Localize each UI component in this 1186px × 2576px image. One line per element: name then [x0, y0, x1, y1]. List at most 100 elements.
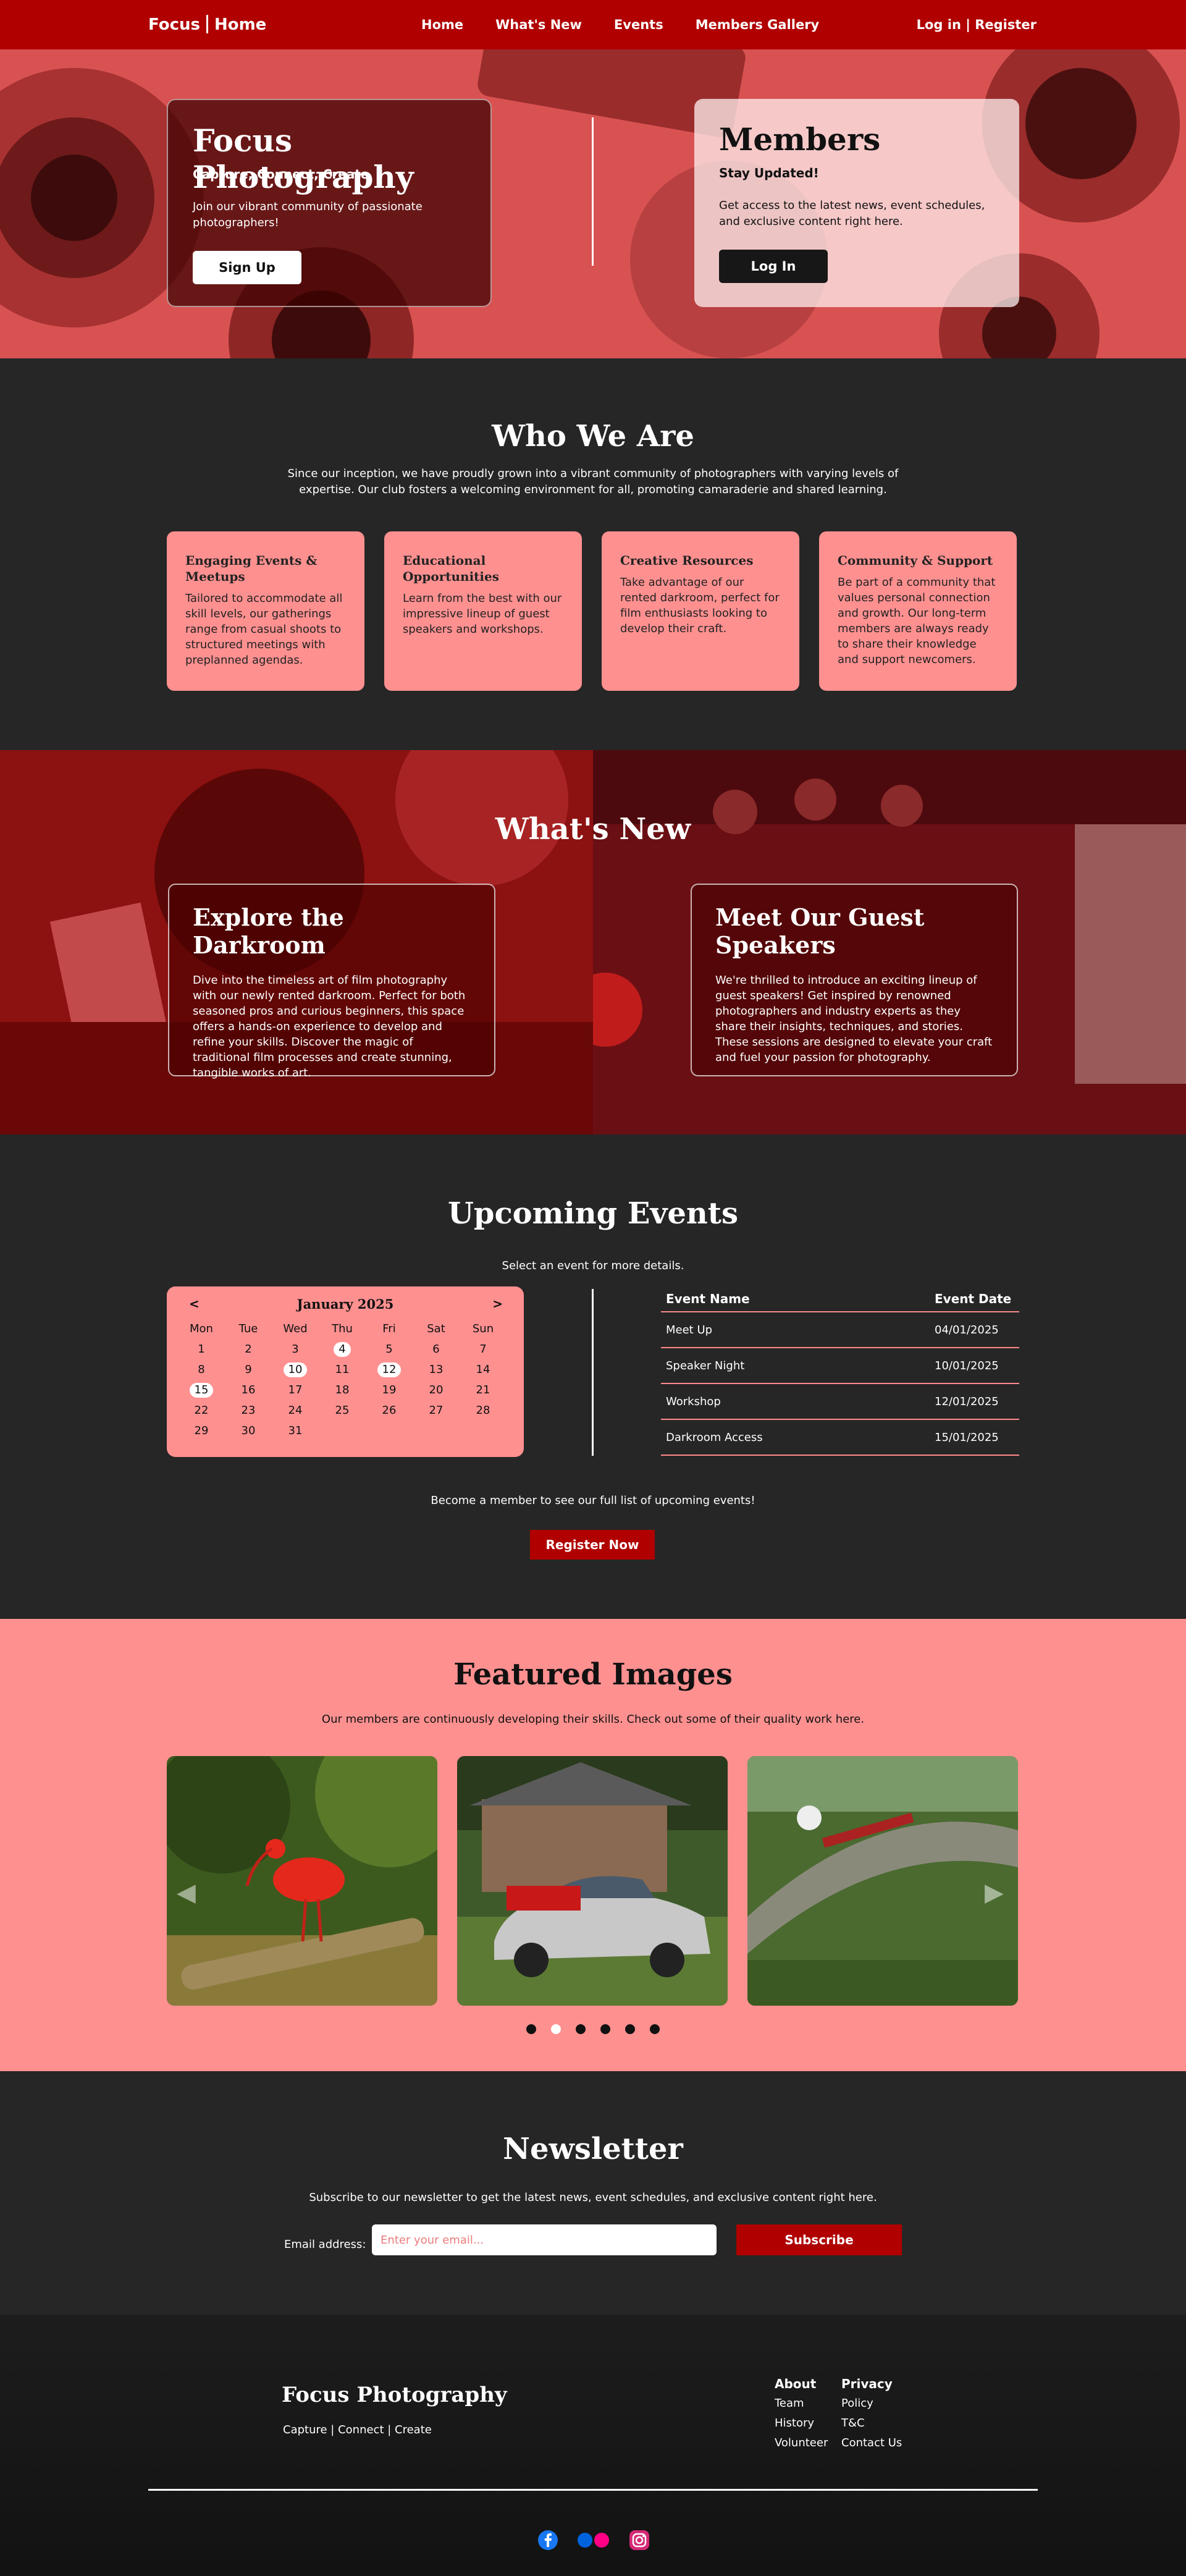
footer-link-volunteer[interactable]: Volunteer [775, 2433, 828, 2453]
calendar-day[interactable]: 12 [366, 1359, 413, 1380]
carousel-next-icon[interactable]: ▶ [985, 1878, 1004, 1907]
calendar-day[interactable]: 3 [272, 1339, 319, 1359]
events-section: Upcoming Events Select an event for more… [0, 1134, 1186, 1619]
members-subtitle: Stay Updated! [719, 166, 819, 180]
column-header-date: Event Date [935, 1291, 1012, 1306]
calendar-day[interactable]: 28 [460, 1400, 507, 1421]
log-in-button[interactable]: Log In [719, 250, 828, 283]
members-card: Members Stay Updated! Get access to the … [694, 99, 1019, 307]
carousel-dot[interactable] [551, 2024, 561, 2034]
feature-card-text: Tailored to accommodate all skill levels… [185, 592, 343, 667]
nav-link-events[interactable]: Events [614, 17, 663, 32]
calendar-day[interactable]: 25 [319, 1400, 366, 1421]
weekday-label: Wed [283, 1322, 308, 1335]
events-note: Become a member to see our full list of … [431, 1494, 755, 1507]
table-row[interactable]: Darkroom Access 15/01/2025 [661, 1420, 1019, 1456]
calendar-day[interactable]: 16 [225, 1380, 272, 1400]
featured-photo-ibis[interactable] [167, 1756, 437, 2006]
calendar-day[interactable]: 14 [460, 1359, 507, 1380]
event-date: 10/01/2025 [935, 1359, 999, 1372]
table-row[interactable]: Meet Up 04/01/2025 [661, 1312, 1019, 1348]
calendar-day[interactable]: 2 [225, 1339, 272, 1359]
calendar-day[interactable]: 29 [178, 1421, 225, 1441]
calendar-day[interactable]: 20 [413, 1380, 460, 1400]
footer-brand: Focus Photography [282, 2383, 507, 2407]
calendar-day[interactable]: 27 [413, 1400, 460, 1421]
brand[interactable]: Focus Home [148, 15, 266, 34]
calendar-day[interactable]: 23 [225, 1400, 272, 1421]
featured-title: Featured Images [453, 1657, 733, 1692]
nav-link-home[interactable]: Home [421, 17, 463, 32]
footer-link-contact[interactable]: Contact Us [841, 2433, 902, 2453]
carousel-prev-icon[interactable]: ◀ [177, 1878, 196, 1907]
feature-card: Creative Resources Take advantage of our… [602, 531, 799, 691]
footer-link-team[interactable]: Team [775, 2394, 828, 2413]
calendar-day[interactable]: 30 [225, 1421, 272, 1441]
calendar-day[interactable]: 24 [272, 1400, 319, 1421]
flickr-icon[interactable] [577, 2532, 610, 2548]
carousel-dot[interactable] [600, 2024, 610, 2034]
carousel-dot[interactable] [625, 2024, 635, 2034]
featured-photo-car[interactable] [457, 1756, 728, 2006]
featured-photo-viaduct[interactable] [747, 1756, 1018, 2006]
instagram-icon[interactable] [629, 2530, 650, 2551]
carousel-dot[interactable] [576, 2024, 586, 2034]
calendar-next-button[interactable]: > [492, 1296, 503, 1311]
footer-divider [148, 2489, 1038, 2491]
events-table: Event Name Event Date Meet Up 04/01/2025… [661, 1286, 1019, 1456]
event-date: 15/01/2025 [935, 1430, 999, 1444]
social-links [537, 2530, 650, 2551]
nav-link-members-gallery[interactable]: Members Gallery [696, 17, 820, 32]
calendar-day[interactable]: 5 [366, 1339, 413, 1359]
calendar-day[interactable]: 9 [225, 1359, 272, 1380]
calendar-day[interactable]: 7 [460, 1339, 507, 1359]
auth-divider: | [965, 17, 970, 32]
calendar-day[interactable]: 18 [319, 1380, 366, 1400]
calendar-day-number: 15 [189, 1383, 214, 1398]
calendar-day[interactable]: 11 [319, 1359, 366, 1380]
feature-card: Educational Opportunities Learn from the… [384, 531, 582, 691]
login-link[interactable]: Log in [917, 17, 961, 32]
feature-card: Community & Support Be part of a communi… [819, 531, 1017, 691]
calendar-day[interactable]: 6 [413, 1339, 460, 1359]
calendar-day[interactable]: 10 [272, 1359, 319, 1380]
footer-link-history[interactable]: History [775, 2413, 828, 2433]
calendar-day[interactable]: 17 [272, 1380, 319, 1400]
calendar-day[interactable]: 22 [178, 1400, 225, 1421]
subscribe-button[interactable]: Subscribe [736, 2224, 902, 2255]
featured-images-section: Featured Images Our members are continuo… [0, 1619, 1186, 2071]
members-title: Members [719, 121, 881, 158]
register-now-button[interactable]: Register Now [530, 1530, 655, 1560]
speakers-card: Meet Our Guest Speakers We're thrilled t… [691, 884, 1018, 1076]
calendar-empty-cell [460, 1421, 507, 1441]
carousel-dot[interactable] [526, 2024, 536, 2034]
image-carousel [167, 1756, 1018, 2006]
table-row[interactable]: Speaker Night 10/01/2025 [661, 1348, 1019, 1384]
nav-link-whats-new[interactable]: What's New [495, 17, 582, 32]
calendar-day[interactable]: 8 [178, 1359, 225, 1380]
calendar-day[interactable]: 21 [460, 1380, 507, 1400]
footer-about-heading: About [775, 2376, 817, 2391]
register-link[interactable]: Register [975, 17, 1037, 32]
hero-title: Focus Photography [193, 122, 414, 195]
calendar-day[interactable]: 4 [319, 1339, 366, 1359]
calendar-day[interactable]: 13 [413, 1359, 460, 1380]
facebook-icon[interactable] [537, 2530, 558, 2551]
hero-subtitle: Capture, Connect, Create [193, 167, 369, 182]
calendar-day[interactable]: 31 [272, 1421, 319, 1441]
calendar-day[interactable]: 19 [366, 1380, 413, 1400]
footer-link-policy[interactable]: Policy [841, 2394, 902, 2413]
calendar-day[interactable]: 1 [178, 1339, 225, 1359]
footer-link-tc[interactable]: T&C [841, 2413, 902, 2433]
darkroom-card: Explore the Darkroom Dive into the timel… [168, 884, 495, 1079]
calendar-day[interactable]: 26 [366, 1400, 413, 1421]
table-row[interactable]: Workshop 12/01/2025 [661, 1384, 1019, 1420]
email-field[interactable] [372, 2224, 717, 2255]
carousel-dot[interactable] [650, 2024, 660, 2034]
calendar-day[interactable]: 15 [178, 1380, 225, 1400]
events-lead: Select an event for more details. [502, 1259, 684, 1272]
weekday-label: Mon [190, 1322, 213, 1335]
carousel-dots [526, 2024, 660, 2034]
sign-up-button[interactable]: Sign Up [193, 251, 301, 284]
event-name: Workshop [666, 1395, 721, 1408]
